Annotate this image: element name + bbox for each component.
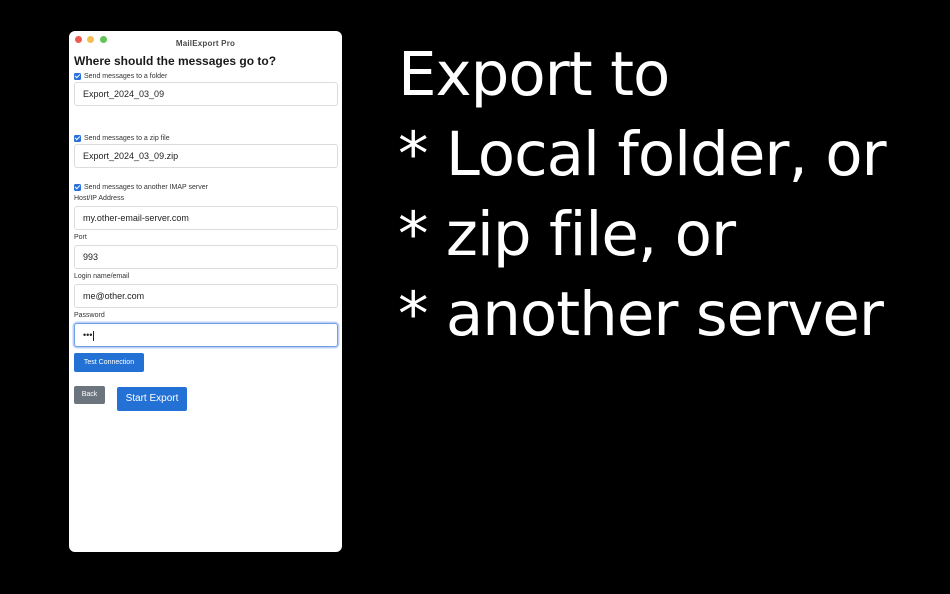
zip-name-input[interactable]: Export_2024_03_09.zip: [74, 144, 338, 168]
minimize-window-button[interactable]: [87, 36, 94, 43]
export-form: Where should the messages go to? Send me…: [69, 54, 342, 411]
promo-line: * another server: [398, 279, 884, 350]
zoom-window-button[interactable]: [100, 36, 107, 43]
close-window-button[interactable]: [75, 36, 82, 43]
port-label: Port: [74, 234, 87, 241]
back-button[interactable]: Back: [74, 386, 105, 404]
zip-checkbox-label: Send messages to a zip file: [84, 135, 170, 142]
app-window: MailExport Pro Where should the messages…: [69, 31, 342, 552]
zip-option[interactable]: Send messages to a zip file: [73, 133, 338, 144]
folder-name-input[interactable]: Export_2024_03_09: [74, 82, 338, 106]
promo-text: Export to * Local folder, or * zip file,…: [398, 35, 887, 355]
folder-checkbox-label: Send messages to a folder: [84, 73, 168, 80]
login-label: Login name/email: [74, 273, 130, 280]
imap-checkbox[interactable]: [74, 184, 81, 191]
zip-checkbox[interactable]: [74, 135, 81, 142]
host-input[interactable]: my.other-email-server.com: [74, 206, 338, 230]
port-input[interactable]: 993: [74, 245, 338, 269]
test-connection-button[interactable]: Test Connection: [74, 353, 144, 372]
folder-checkbox[interactable]: [74, 73, 81, 80]
promo-line: * Local folder, or: [398, 119, 887, 190]
form-heading: Where should the messages go to?: [74, 54, 277, 68]
promo-line: * zip file, or: [398, 199, 736, 270]
folder-option[interactable]: Send messages to a folder: [73, 71, 338, 82]
promo-line: Export to: [398, 39, 670, 110]
login-input[interactable]: me@other.com: [74, 284, 338, 308]
imap-option[interactable]: Send messages to another IMAP server: [73, 182, 338, 193]
window-title: MailExport Pro: [175, 39, 236, 48]
start-export-button[interactable]: Start Export: [117, 387, 187, 411]
title-bar: MailExport Pro: [69, 31, 342, 49]
host-label: Host/IP Address: [74, 195, 125, 202]
imap-checkbox-label: Send messages to another IMAP server: [84, 184, 208, 191]
password-value: •••: [83, 330, 93, 340]
password-input[interactable]: •••: [74, 323, 338, 347]
password-label: Password: [74, 312, 105, 319]
text-caret: [93, 330, 95, 341]
